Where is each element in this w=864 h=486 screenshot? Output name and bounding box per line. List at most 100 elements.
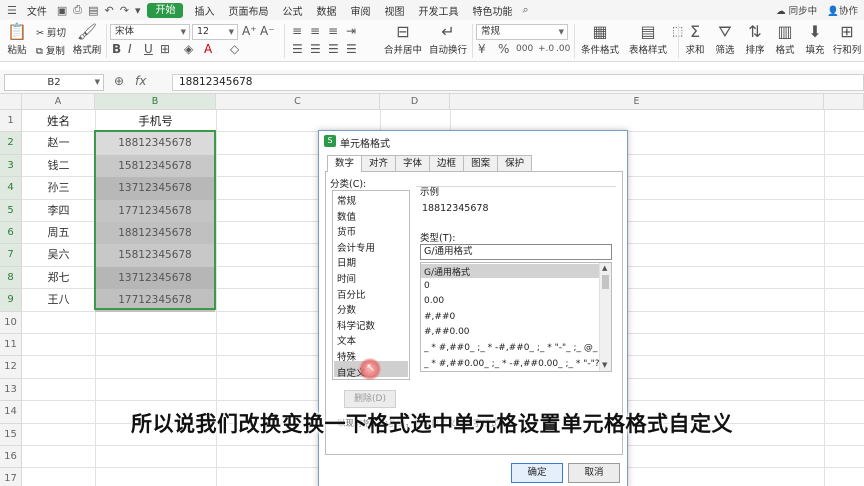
row-header[interactable]: 8 bbox=[0, 266, 22, 290]
paste-button[interactable]: 📋 粘贴 bbox=[4, 22, 30, 56]
cell-name[interactable]: 孙三 bbox=[22, 177, 95, 199]
preview-icon[interactable]: ▤ bbox=[85, 4, 101, 17]
column-header-b[interactable]: B bbox=[95, 94, 216, 110]
scroll-down-icon[interactable]: ▼ bbox=[602, 361, 607, 369]
align-top-icon[interactable]: ≡ bbox=[292, 24, 302, 38]
align-right-icon[interactable]: ☰ bbox=[328, 42, 339, 56]
menu-insert[interactable]: 插入 bbox=[187, 3, 221, 18]
ok-button[interactable]: 确定 bbox=[511, 463, 563, 483]
menu-view[interactable]: 视图 bbox=[377, 3, 411, 18]
format-item[interactable]: _ * #,##0.00_ ;_ * -#,##0.00_ ;_ * "-"??… bbox=[424, 359, 611, 369]
type-input[interactable]: G/通用格式 bbox=[420, 244, 612, 260]
row-header[interactable]: 13 bbox=[0, 378, 22, 402]
row-header[interactable]: 5 bbox=[0, 199, 22, 222]
cell-a1[interactable]: 姓名 bbox=[22, 110, 95, 132]
cell-name[interactable]: 钱二 bbox=[22, 155, 95, 177]
cancel-button[interactable]: 取消 bbox=[568, 463, 620, 483]
column-header-f[interactable] bbox=[824, 94, 864, 110]
decrease-decimal-icon[interactable]: .00 bbox=[556, 44, 570, 54]
fill-color-icon[interactable]: ◈ bbox=[184, 42, 193, 56]
align-bottom-icon[interactable]: ≡ bbox=[328, 24, 338, 38]
category-item[interactable]: 日期 bbox=[337, 255, 356, 269]
category-item[interactable]: 文本 bbox=[337, 333, 356, 347]
column-header-c[interactable]: C bbox=[216, 94, 380, 110]
cell-name[interactable]: 周五 bbox=[22, 222, 95, 244]
menu-icon[interactable]: ☰ bbox=[4, 4, 20, 17]
indent-icon[interactable]: ⇥ bbox=[346, 24, 356, 38]
menu-page-layout[interactable]: 页面布局 bbox=[221, 3, 275, 18]
tab-protection[interactable]: 保护 bbox=[497, 155, 533, 171]
print-icon[interactable]: ⎙ bbox=[70, 3, 85, 17]
sum-button[interactable]: Σ 求和 bbox=[682, 22, 708, 56]
row-header[interactable]: 1 bbox=[0, 110, 22, 133]
row-header[interactable]: 16 bbox=[0, 446, 22, 469]
menu-review[interactable]: 审阅 bbox=[343, 3, 377, 18]
menu-home[interactable]: 开始 bbox=[147, 2, 184, 18]
category-item[interactable]: 常规 bbox=[337, 193, 356, 207]
column-header-a[interactable]: A bbox=[22, 94, 95, 110]
number-format-select[interactable]: 常规 ▼ bbox=[476, 24, 568, 40]
conditional-format-button[interactable]: ▦ 条件格式 bbox=[578, 22, 622, 56]
table-style-button[interactable]: ▤ 表格样式 bbox=[626, 22, 670, 56]
format-item[interactable]: 0.00 bbox=[424, 296, 444, 306]
tab-alignment[interactable]: 对齐 bbox=[361, 155, 397, 171]
row-header[interactable]: 7 bbox=[0, 244, 22, 267]
row-header[interactable]: 2 bbox=[0, 132, 22, 155]
redo-icon[interactable]: ↷ bbox=[117, 4, 132, 17]
format-item[interactable]: _ * #,##0_ ;_ * -#,##0_ ;_ * "-"_ ;_ @_ bbox=[424, 343, 597, 353]
align-center-icon[interactable]: ☰ bbox=[310, 42, 321, 56]
format-button[interactable]: ▥ 格式 bbox=[772, 22, 798, 56]
save-icon[interactable]: ▣ bbox=[54, 4, 70, 17]
cell-name[interactable]: 赵一 bbox=[22, 132, 95, 154]
zoom-icon[interactable]: ⊕ bbox=[114, 74, 124, 88]
bold-icon[interactable]: B bbox=[112, 42, 121, 56]
row-header[interactable]: 17 bbox=[0, 468, 22, 486]
wrap-text-button[interactable]: ↵ 自动换行 bbox=[428, 22, 468, 56]
category-item[interactable]: 特殊 bbox=[337, 349, 356, 363]
underline-icon[interactable]: U bbox=[144, 42, 153, 56]
filter-button[interactable]: ⛛ 筛选 bbox=[712, 22, 738, 56]
cut-button[interactable]: ✂ 剪切 bbox=[36, 25, 66, 39]
sort-button[interactable]: ⇅ 排序 bbox=[742, 22, 768, 56]
tab-pattern[interactable]: 图案 bbox=[463, 155, 499, 171]
menu-file[interactable]: 文件 bbox=[20, 3, 54, 18]
collaborate-button[interactable]: 👤协作 bbox=[827, 3, 858, 17]
percent-icon[interactable]: % bbox=[498, 42, 509, 56]
column-header-d[interactable]: D bbox=[380, 94, 450, 110]
tab-font[interactable]: 字体 bbox=[395, 155, 431, 171]
category-item[interactable]: 货币 bbox=[337, 224, 356, 238]
row-header[interactable]: 10 bbox=[0, 311, 22, 334]
sync-status[interactable]: ☁ 同步中 bbox=[776, 3, 817, 17]
search-icon[interactable]: ⌕ bbox=[519, 3, 531, 17]
category-item[interactable]: 时间 bbox=[337, 271, 356, 285]
scroll-up-icon[interactable]: ▲ bbox=[602, 264, 607, 272]
row-header[interactable]: 11 bbox=[0, 334, 22, 357]
format-item[interactable]: #,##0.00 bbox=[424, 327, 470, 337]
menu-formulas[interactable]: 公式 bbox=[275, 3, 309, 18]
category-list[interactable]: 常规 数值 货币 会计专用 日期 时间 百分比 分数 科学记数 文本 特殊 自定义 ↖ bbox=[332, 190, 410, 380]
font-size-select[interactable]: 12 ▼ bbox=[192, 24, 238, 40]
row-header[interactable]: 12 bbox=[0, 356, 22, 379]
menu-special[interactable]: 特色功能 bbox=[465, 3, 519, 18]
function-icon[interactable]: fx bbox=[135, 74, 146, 88]
name-box[interactable]: B2 ▼ bbox=[4, 74, 104, 91]
delete-button[interactable]: 删除(D) bbox=[344, 390, 396, 408]
format-item[interactable]: 0 bbox=[424, 281, 430, 291]
format-item[interactable]: #,##0 bbox=[424, 312, 455, 322]
category-item[interactable]: 分数 bbox=[337, 302, 356, 316]
category-item[interactable]: 百分比 bbox=[337, 287, 366, 301]
font-color-icon[interactable]: A bbox=[204, 42, 212, 56]
menu-developer[interactable]: 开发工具 bbox=[411, 3, 465, 18]
cell-b1[interactable]: 手机号 bbox=[95, 110, 216, 132]
undo-icon[interactable]: ↶ bbox=[102, 4, 117, 17]
format-item[interactable]: G/通用格式 bbox=[424, 265, 470, 278]
align-middle-icon[interactable]: ≡ bbox=[310, 24, 320, 38]
category-item[interactable]: 数值 bbox=[337, 209, 356, 223]
justify-icon[interactable]: ☰ bbox=[346, 42, 357, 56]
scroll-thumb[interactable] bbox=[602, 275, 609, 289]
more-icon[interactable]: ▾ bbox=[132, 4, 144, 17]
thousands-icon[interactable]: 000 bbox=[516, 44, 533, 54]
increase-decimal-icon[interactable]: +.0 bbox=[538, 44, 554, 54]
font-name-select[interactable]: 宋体 ▼ bbox=[110, 24, 190, 40]
align-left-icon[interactable]: ☰ bbox=[292, 42, 303, 56]
